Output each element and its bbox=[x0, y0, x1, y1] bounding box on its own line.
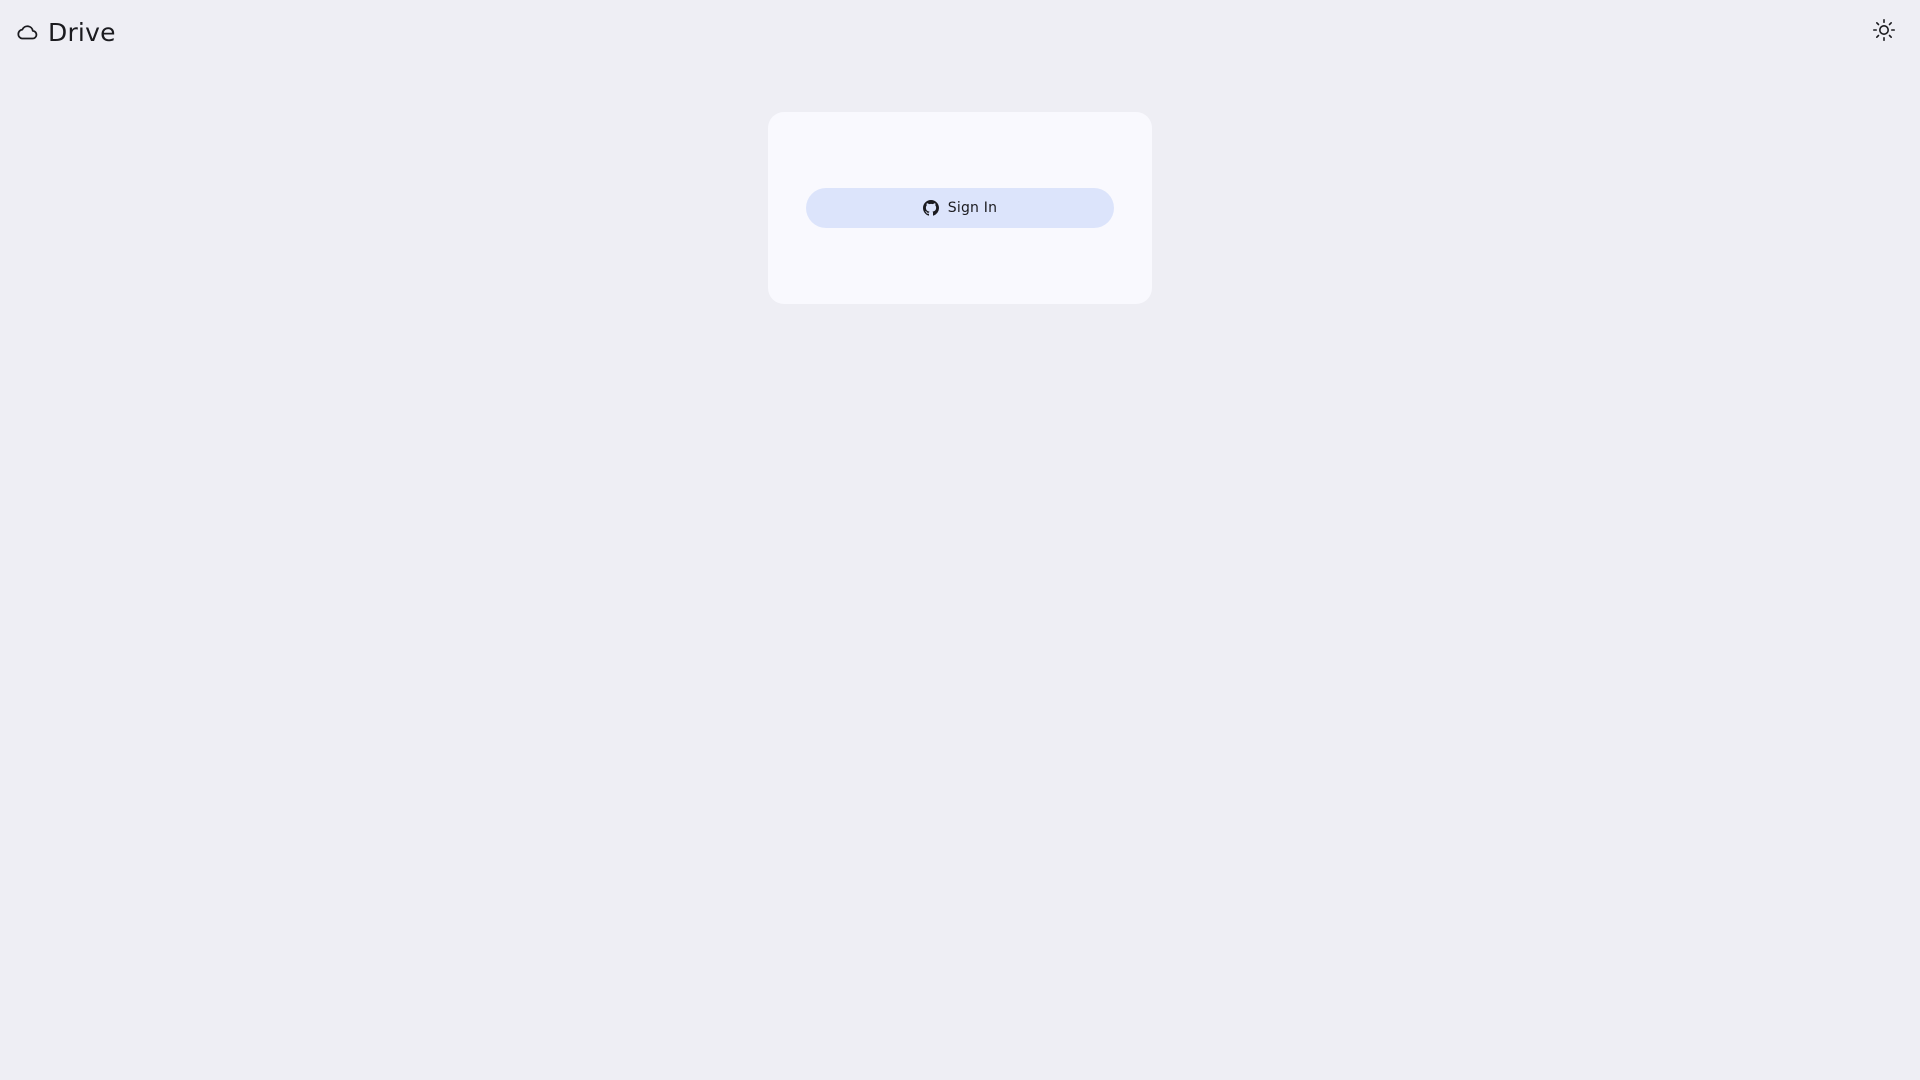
app-title: Drive bbox=[48, 17, 116, 47]
login-card: Sign In bbox=[768, 112, 1152, 304]
sign-in-label: Sign In bbox=[947, 200, 998, 216]
sign-in-button[interactable]: Sign In bbox=[806, 188, 1114, 228]
github-icon bbox=[922, 200, 939, 216]
theme-toggle-button[interactable] bbox=[1866, 14, 1902, 50]
sun-icon bbox=[1872, 18, 1896, 46]
top-app-bar: Drive bbox=[0, 0, 1920, 64]
cloud-icon bbox=[14, 19, 40, 45]
app-brand: Drive bbox=[14, 14, 116, 50]
